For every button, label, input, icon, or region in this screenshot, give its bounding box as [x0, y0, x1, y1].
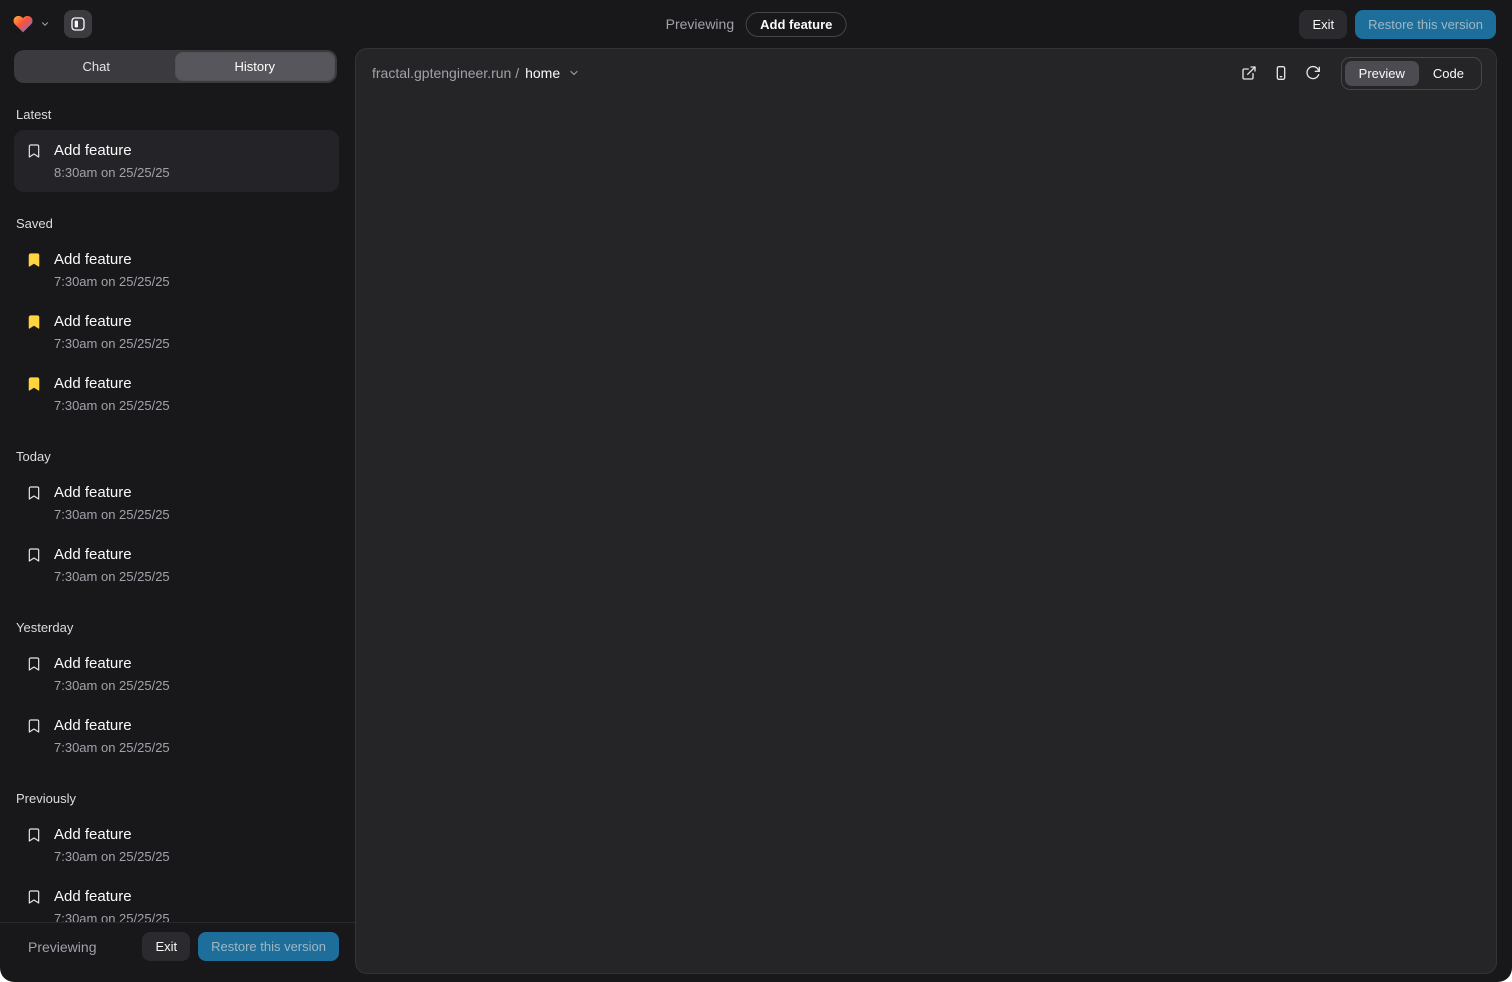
topbar: Previewing Add feature Exit Restore this…	[0, 0, 1512, 48]
restore-version-button[interactable]: Restore this version	[1355, 10, 1496, 39]
preview-panel: fractal.gptengineer.run / home	[355, 48, 1497, 974]
version-item-text: Add feature 7:30am on 25/25/25	[54, 653, 170, 695]
topbar-actions: Exit Restore this version	[1299, 10, 1496, 39]
version-timestamp: 7:30am on 25/25/25	[54, 273, 170, 291]
version-item[interactable]: Add feature 7:30am on 25/25/25	[14, 814, 339, 876]
url-domain: fractal.gptengineer.run /	[372, 65, 519, 81]
version-item[interactable]: Add feature 7:30am on 25/25/25	[14, 472, 339, 534]
tab-chat[interactable]: Chat	[17, 53, 176, 80]
bookmark-icon	[26, 143, 42, 159]
history-sidebar: Chat History Latest Add feature 8:30am on …	[0, 48, 355, 974]
version-title: Add feature	[54, 653, 170, 675]
open-in-new-tab-button[interactable]	[1235, 59, 1263, 87]
app-window: Previewing Add feature Exit Restore this…	[0, 0, 1512, 982]
refresh-icon	[1305, 65, 1321, 81]
bookmark-icon	[26, 889, 42, 905]
smartphone-icon	[1273, 65, 1289, 81]
url-current-page: home	[525, 65, 560, 81]
version-timestamp: 7:30am on 25/25/25	[54, 506, 170, 524]
toggle-code[interactable]: Code	[1419, 61, 1478, 86]
version-timestamp: 7:30am on 25/25/25	[54, 568, 170, 586]
topbar-preview-status: Previewing Add feature	[666, 0, 847, 48]
version-title: Add feature	[54, 482, 170, 504]
version-title: Add feature	[54, 249, 170, 271]
version-timestamp: 8:30am on 25/25/25	[54, 164, 170, 182]
version-item-text: Add feature 8:30am on 25/25/25	[54, 140, 170, 182]
version-item[interactable]: Add feature 7:30am on 25/25/25	[14, 643, 339, 705]
toggle-preview[interactable]: Preview	[1345, 61, 1419, 86]
version-item-text: Add feature 7:30am on 25/25/25	[54, 715, 170, 757]
version-item-text: Add feature 7:30am on 25/25/25	[54, 311, 170, 353]
version-item[interactable]: Add feature 7:30am on 25/25/25	[14, 239, 339, 301]
topbar-left	[12, 10, 92, 38]
sidebar-footer: Previewing Exit Restore this version	[0, 922, 355, 970]
sidebar-toggle-button[interactable]	[64, 10, 92, 38]
version-item[interactable]: Add feature 7:30am on 25/25/25	[14, 705, 339, 767]
version-item[interactable]: Add feature 7:30am on 25/25/25	[14, 876, 339, 922]
history-list: Latest Add feature 8:30am on 25/25/25 Saved…	[0, 83, 355, 922]
section-title: Saved	[16, 216, 337, 231]
version-item-text: Add feature 7:30am on 25/25/25	[54, 544, 170, 586]
footer-restore-version-button[interactable]: Restore this version	[198, 932, 339, 961]
version-title: Add feature	[54, 140, 170, 162]
version-title: Add feature	[54, 824, 170, 846]
version-title: Add feature	[54, 373, 170, 395]
section-title: Previously	[16, 791, 337, 806]
footer-exit-button[interactable]: Exit	[142, 932, 190, 961]
version-timestamp: 7:30am on 25/25/25	[54, 739, 170, 757]
version-title: Add feature	[54, 311, 170, 333]
version-timestamp: 7:30am on 25/25/25	[54, 397, 170, 415]
body-row: Chat History Latest Add feature 8:30am on …	[0, 48, 1512, 982]
external-link-icon	[1241, 65, 1257, 81]
preview-url-selector[interactable]: fractal.gptengineer.run / home	[372, 65, 580, 81]
version-item-text: Add feature 7:30am on 25/25/25	[54, 373, 170, 415]
version-item-text: Add feature 7:30am on 25/25/25	[54, 249, 170, 291]
previewing-label: Previewing	[666, 16, 734, 32]
version-timestamp: 7:30am on 25/25/25	[54, 335, 170, 353]
version-item[interactable]: Add feature 7:30am on 25/25/25	[14, 301, 339, 363]
version-item[interactable]: Add feature 8:30am on 25/25/25	[14, 130, 339, 192]
version-item[interactable]: Add feature 7:30am on 25/25/25	[14, 534, 339, 596]
project-menu-chevron-icon[interactable]	[40, 19, 50, 29]
previewed-version-pill[interactable]: Add feature	[746, 12, 846, 37]
sidebar-tabs: Chat History	[14, 50, 337, 83]
view-toggle: Preview Code	[1341, 57, 1482, 90]
version-timestamp: 7:30am on 25/25/25	[54, 910, 170, 922]
exit-button[interactable]: Exit	[1299, 10, 1347, 39]
version-title: Add feature	[54, 544, 170, 566]
version-timestamp: 7:30am on 25/25/25	[54, 677, 170, 695]
section-title: Today	[16, 449, 337, 464]
bookmark-icon	[26, 718, 42, 734]
section-title: Latest	[16, 107, 337, 122]
bookmark-icon	[26, 656, 42, 672]
lovable-heart-logo[interactable]	[12, 14, 34, 34]
preview-header: fractal.gptengineer.run / home	[356, 49, 1496, 97]
bookmark-icon	[26, 827, 42, 843]
mobile-view-button[interactable]	[1267, 59, 1295, 87]
version-item-text: Add feature 7:30am on 25/25/25	[54, 824, 170, 866]
tab-history[interactable]: History	[176, 53, 335, 80]
url-chevron-down-icon	[568, 67, 580, 79]
version-timestamp: 7:30am on 25/25/25	[54, 848, 170, 866]
version-item-text: Add feature 7:30am on 25/25/25	[54, 482, 170, 524]
version-item[interactable]: Add feature 7:30am on 25/25/25	[14, 363, 339, 425]
bookmark-icon	[26, 547, 42, 563]
version-title: Add feature	[54, 715, 170, 737]
preview-content	[356, 97, 1496, 973]
bookmark-icon	[26, 485, 42, 501]
bookmark-icon	[26, 376, 42, 392]
footer-previewing-label: Previewing	[28, 939, 96, 955]
version-title: Add feature	[54, 886, 170, 908]
refresh-preview-button[interactable]	[1299, 59, 1327, 87]
section-title: Yesterday	[16, 620, 337, 635]
version-item-text: Add feature 7:30am on 25/25/25	[54, 886, 170, 922]
bookmark-icon	[26, 314, 42, 330]
preview-header-actions: Preview Code	[1235, 57, 1482, 90]
panel-left-icon	[70, 16, 86, 32]
bookmark-icon	[26, 252, 42, 268]
